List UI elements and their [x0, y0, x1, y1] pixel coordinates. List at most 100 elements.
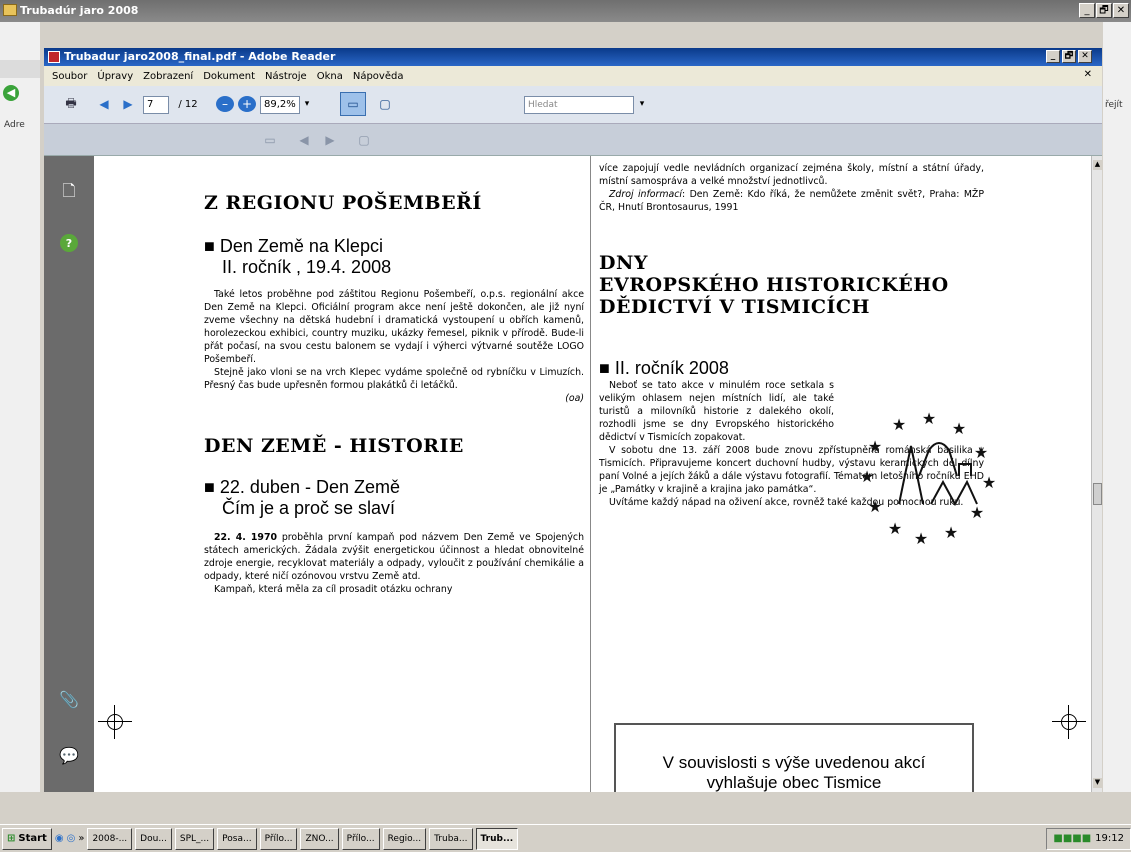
menu-dokument[interactable]: Dokument: [203, 71, 255, 82]
adobe-close-button[interactable]: ✕: [1078, 50, 1092, 63]
menu-zobrazeni[interactable]: Zobrazení: [143, 71, 193, 82]
svg-text:★: ★: [868, 437, 882, 456]
paragraph: více zapojují vedle nevládních organizac…: [599, 163, 984, 187]
signature: (oa): [565, 393, 584, 404]
taskbar-button-dou[interactable]: Dou...: [135, 827, 172, 850]
next-page-icon[interactable]: ▶: [118, 94, 138, 114]
vertical-scrollbar[interactable]: ▲ ▼: [1091, 156, 1102, 792]
section-heading-dedictvi: DĚDICTVÍ V TISMICÍCH: [599, 296, 870, 318]
menu-okna[interactable]: Okna: [317, 71, 343, 82]
quick-launch-expand-icon[interactable]: »: [78, 833, 84, 844]
left-column: Z REGIONU POŠEMBEŘÍ ■ Den Země na Klepci…: [204, 156, 584, 596]
page-total: / 12: [178, 98, 198, 110]
article-heading-22-duben: ■ 22. duben - Den Země: [204, 477, 400, 497]
menu-bar: Soubor Úpravy Zobrazení Dokument Nástroj…: [44, 66, 1102, 86]
section-heading-dny: DNY: [599, 252, 648, 274]
outer-address-label: Adre: [4, 120, 25, 130]
fit-page-icon[interactable]: ▭: [340, 92, 366, 116]
taskbar-button-regio[interactable]: Regio...: [382, 827, 427, 850]
secondary-toolbar: ▭ ◀ ▶ ▢: [44, 124, 1102, 156]
outer-right-panel: řejít: [1103, 22, 1131, 792]
article-subheading-klepec: II. ročník , 19.4. 2008: [222, 257, 392, 277]
paragraph: Zdroj informací: Den Země: Kdo říká, že …: [599, 188, 984, 214]
outer-window-titlebar[interactable]: Trubadúr jaro 2008: [0, 0, 1131, 22]
scroll-up-arrow[interactable]: ▲: [1093, 160, 1102, 170]
column-divider: [590, 156, 591, 792]
taskbar: ⊞ Start ◉ ◎ » 2008-... Dou... SPL_... Pos…: [0, 824, 1131, 852]
taskbar-button-trub-active[interactable]: Trub...: [475, 827, 519, 850]
menu-upravy[interactable]: Úpravy: [97, 71, 133, 82]
scroll-down-arrow[interactable]: ▼: [1093, 778, 1102, 788]
comments-icon[interactable]: 💬: [58, 744, 80, 766]
page-number-input[interactable]: 7: [143, 96, 169, 114]
source-label: Zdroj informací: [609, 189, 683, 200]
system-tray: ■■■■ 19:12: [1046, 827, 1131, 850]
menu-close-icon[interactable]: ✕: [1084, 69, 1092, 80]
paragraph: Také letos proběhne pod záštitou Regionu…: [204, 289, 584, 365]
disabled-prev-icon: ◀: [299, 133, 309, 147]
clock[interactable]: 19:12: [1095, 833, 1124, 844]
taskbar-button-posa[interactable]: Posa...: [217, 827, 257, 850]
zoom-in-icon[interactable]: +: [238, 96, 256, 112]
crop-mark-left: [98, 705, 132, 739]
pages-icon[interactable]: 🗋: [58, 181, 80, 204]
fit-width-icon[interactable]: ▢: [374, 94, 396, 114]
windows-flag-icon: ⊞: [7, 833, 16, 844]
taskbar-button-prilo[interactable]: Přílo...: [259, 827, 298, 850]
folder-icon: [3, 4, 17, 16]
article-heading-klepec: ■ Den Země na Klepci: [204, 236, 383, 256]
start-button[interactable]: ⊞ Start: [2, 827, 52, 850]
adobe-reader-icon: [48, 51, 60, 63]
navigation-panel: 🗋 ? 📎 💬: [44, 156, 94, 792]
start-label: Start: [18, 833, 47, 844]
outer-close-button[interactable]: ✕: [1113, 3, 1129, 18]
help-icon[interactable]: ?: [60, 234, 78, 252]
svg-text:★: ★: [974, 443, 988, 462]
svg-text:★: ★: [868, 497, 882, 516]
taskbar-button-spl[interactable]: SPL_...: [174, 827, 215, 850]
tray-icons[interactable]: ■■■■: [1053, 833, 1091, 844]
paragraph: 22. 4. 1970 proběhla první kampaň pod ná…: [204, 531, 584, 583]
taskbar-button-2008[interactable]: 2008-...: [87, 827, 133, 850]
heading-text: II. ročník 2008: [614, 358, 729, 378]
search-dropdown-arrow[interactable]: ▾: [636, 94, 648, 114]
pdf-page: Z REGIONU POŠEMBEŘÍ ■ Den Země na Klepci…: [94, 156, 1091, 792]
menu-nastroje[interactable]: Nástroje: [265, 71, 307, 82]
adobe-minimize-button[interactable]: _: [1046, 50, 1060, 63]
zoom-input[interactable]: 89,2%: [260, 96, 300, 114]
print-icon[interactable]: 🖶: [60, 94, 82, 114]
outer-left-strip: [0, 60, 40, 78]
paragraph: Stejně jako vloni se na vrch Klepec vydá…: [204, 367, 584, 391]
back-icon[interactable]: ◀: [3, 85, 19, 101]
article-heading-rocnik: ■ II. ročník 2008: [599, 358, 729, 378]
quick-launch-ie-icon[interactable]: ◉: [55, 833, 64, 844]
zoom-out-icon[interactable]: –: [216, 96, 234, 112]
svg-text:★: ★: [982, 473, 996, 492]
zoom-dropdown-arrow[interactable]: ▾: [300, 94, 314, 114]
adobe-maximize-button[interactable]: 🗗: [1062, 50, 1076, 63]
taskbar-button-zno[interactable]: ZNO...: [300, 827, 339, 850]
heading-text: Den Země na Klepci: [219, 236, 383, 256]
taskbar-button-truba[interactable]: Truba...: [429, 827, 473, 850]
svg-text:★: ★: [922, 409, 936, 428]
attachment-icon[interactable]: 📎: [58, 688, 80, 710]
section-heading-den-zeme: DEN ZEMĚ - HISTORIE: [204, 435, 464, 457]
adobe-titlebar[interactable]: Trubadur jaro2008_final.pdf - Adobe Read…: [44, 48, 1102, 66]
announcement-box: V souvislosti s výše uvedenou akcí vyhla…: [614, 723, 974, 792]
svg-text:★: ★: [952, 419, 966, 438]
scroll-thumb[interactable]: [1093, 483, 1102, 505]
outer-go-label[interactable]: řejít: [1105, 100, 1123, 110]
adobe-window-title: Trubadur jaro2008_final.pdf - Adobe Read…: [64, 50, 336, 63]
outer-minimize-button[interactable]: _: [1079, 3, 1095, 18]
search-input[interactable]: Hledat: [524, 96, 634, 114]
previous-page-icon[interactable]: ◀: [94, 94, 114, 114]
outer-maximize-button[interactable]: 🗗: [1096, 3, 1112, 18]
taskbar-button-prilo-2[interactable]: Přílo...: [341, 827, 380, 850]
svg-text:★: ★: [888, 519, 902, 538]
menu-napoveda[interactable]: Nápověda: [353, 71, 404, 82]
paragraph: Kampaň, která měla za cíl prosadit otázk…: [214, 584, 453, 595]
disabled-tool-icon: ▭: [264, 133, 276, 147]
menu-soubor[interactable]: Soubor: [52, 71, 87, 82]
svg-text:★: ★: [892, 415, 906, 434]
quick-launch-icon[interactable]: ◎: [67, 833, 76, 844]
